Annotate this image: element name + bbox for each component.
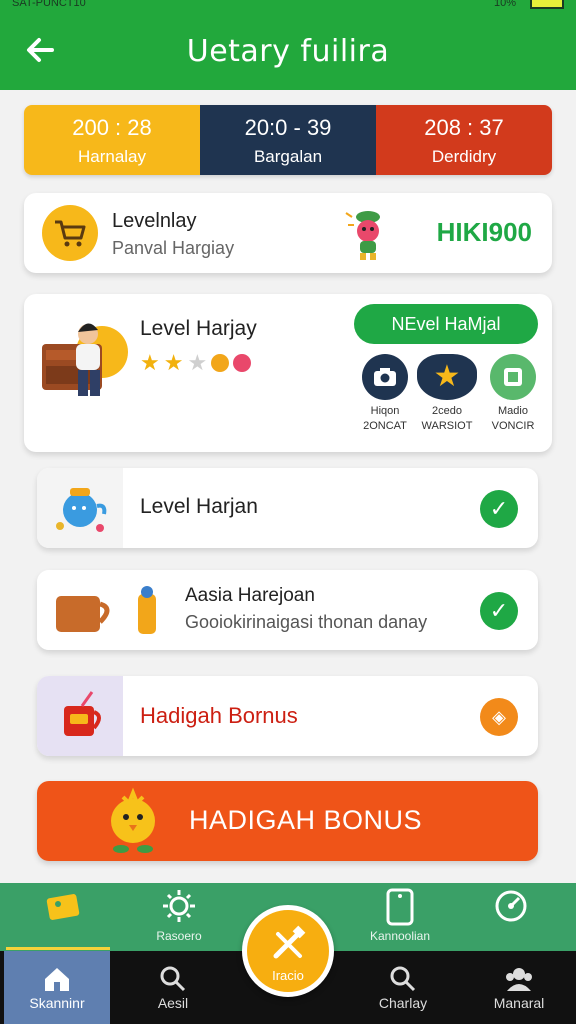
level-subtitle: Panval Hargiay [112,238,235,258]
battery-percent: 10% [493,0,516,9]
cup-icon [37,676,123,756]
nav-item-kannoolian[interactable]: Kannoolian [345,883,455,951]
nav-item-home[interactable]: Skanninr [4,951,110,1024]
profile-title: Level Harjay [140,317,257,340]
nav-label: Rasoero [156,929,202,943]
achievement-item[interactable]: Hiqon 2ONCAT [352,354,418,434]
task-title: Aasia Harejoan [185,585,315,606]
star-cloud-icon: ★ [417,354,477,400]
bonus-row[interactable]: Hadigah Bornus ◈ [37,676,538,756]
teapot-icon [37,468,123,548]
nav-item-compass[interactable] [456,883,566,951]
check-icon: ✓ [480,490,518,528]
mug-icon [37,570,167,650]
map-icon [8,883,118,929]
stat-tile[interactable]: 208 : 37 Derdidry [376,105,552,175]
task-row[interactable]: Level Harjan ✓ [37,468,538,548]
stats-strip: 200 : 28 Harnalay 20:0 - 39 Bargalan 208… [24,105,552,175]
bonus-row-label: Hadigah Bornus [140,703,298,728]
level-badge-button[interactable]: NEvel HaMjal [354,304,538,344]
task-label: Level Harjan [140,495,258,518]
camera-icon [362,354,408,400]
stat-tile[interactable]: 20:0 - 39 Bargalan [200,105,376,175]
achievement-item[interactable]: ★ 2cedo WARSIOT [414,354,480,434]
fab-label: Iracio [272,968,304,983]
compass-icon [456,883,566,929]
nav-item-manaral[interactable]: Manaral [466,951,572,1024]
stat-tile[interactable]: 200 : 28 Harnalay [24,105,200,175]
search-icon [120,963,226,995]
app-header: Uetary fuilira [0,12,576,90]
nav-label: Skanninr [29,995,85,1011]
status-bar: SAT-PUNCT10 10% [0,0,576,12]
battery-icon [530,0,564,9]
star-icon: ★ [140,350,160,375]
nav-item-charlay[interactable]: Charlay [350,951,456,1024]
mascot-icon [345,211,380,260]
rating-stars: ★ ★ ★ [140,350,252,375]
sun-icon [124,883,234,929]
tools-icon [247,910,329,964]
achievement-line2: VONCIR [491,420,535,432]
active-indicator [6,947,110,950]
bonus-label: HADIGAH BONUS [189,805,423,835]
frame-icon [490,354,536,400]
stat-label: Derdidry [431,147,497,166]
phone-clock-icon [345,883,455,929]
nav-item-rasoero[interactable]: Rasoero [124,883,234,951]
achievement-line1: 2cedo [432,405,462,417]
nav-label: Kannoolian [369,929,431,943]
profile-card: Level Harjay ★ ★ ★ NEvel HaMjal Hiqon 2O… [24,294,552,452]
achievement-line2: 2ONCAT [363,420,407,432]
stat-label: Harnalay [77,147,147,166]
page-title: Uetary fuilira [186,34,390,69]
stat-value: 20:0 - 39 [244,115,332,140]
tag-icon: ◈ [480,698,518,736]
level-code: HIKI900 [436,217,532,247]
users-icon [466,963,572,995]
achievement-line2: WARSIOT [421,420,473,432]
chick-icon [111,787,155,853]
level-card[interactable]: Levelnlay Panval Hargiay HIKI900 [24,193,552,273]
achievement-item[interactable]: Madio VONCIR [480,354,546,434]
achievement-line1: Hiqon [370,405,400,417]
task-description: Gooiokirinaigasi thonan danay [185,612,428,632]
nav-label: Charlay [378,995,428,1011]
stat-label: Bargalan [253,147,323,166]
home-icon [4,963,110,995]
stat-value: 208 : 37 [424,115,504,140]
gem-icon [233,354,252,372]
nav-item-aesil[interactable]: Aesil [120,951,226,1024]
bonus-button[interactable]: HADIGAH BONUS [37,781,538,861]
cart-icon [42,205,98,261]
task-row[interactable]: Aasia Harejoan Gooiokirinaigasi thonan d… [37,570,538,650]
star-icon: ★ [187,350,208,375]
coin-icon [211,354,230,372]
check-icon: ✓ [480,592,518,630]
level-title: Levelnlay [112,210,197,232]
search-icon [350,963,456,995]
avatar [42,323,128,396]
star-icon: ★ [163,350,184,375]
nav-label: Aesil [157,995,189,1011]
nav-label: Manaral [493,995,545,1011]
nav-item-map[interactable] [8,883,118,951]
achievement-line1: Madio [498,405,528,417]
status-carrier: SAT-PUNCT10 [12,0,86,9]
stat-value: 200 : 28 [72,115,152,140]
center-action-button[interactable]: Iracio [242,905,334,997]
